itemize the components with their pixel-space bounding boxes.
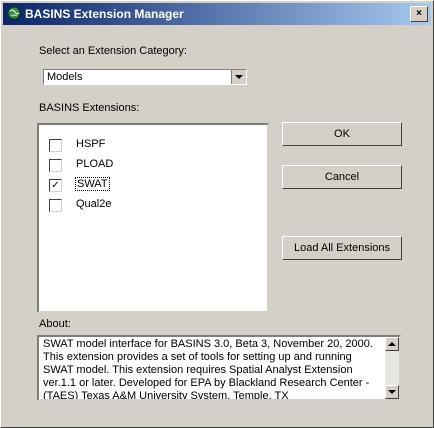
category-dropdown[interactable]: Models [43, 69, 247, 85]
extension-label: Qual2e [76, 198, 112, 210]
close-icon: × [416, 8, 422, 19]
globe-icon [7, 6, 21, 20]
load-all-extensions-button[interactable]: Load All Extensions [282, 236, 402, 260]
scroll-up-icon[interactable] [385, 337, 399, 351]
extension-label: SWAT [75, 177, 110, 191]
hspf-checkbox[interactable] [49, 139, 62, 152]
category-selected-value: Models [47, 71, 83, 83]
cancel-button[interactable]: Cancel [282, 165, 402, 189]
extension-item-qual2e[interactable]: Qual2e [49, 197, 229, 213]
extension-item-hspf[interactable]: HSPF [49, 137, 229, 153]
extension-item-pload[interactable]: PLOAD [49, 157, 229, 173]
ok-button[interactable]: OK [282, 122, 402, 146]
chevron-down-icon[interactable] [231, 70, 246, 84]
about-label: About: [39, 318, 71, 330]
extension-item-swat[interactable]: ✓ SWAT [49, 177, 229, 193]
extension-label: PLOAD [76, 158, 114, 170]
about-textbox[interactable]: SWAT model interface for BASINS 3.0, Bet… [37, 335, 401, 401]
about-text: SWAT model interface for BASINS 3.0, Bet… [43, 338, 373, 401]
qual2e-checkbox[interactable] [49, 199, 62, 212]
window-title: BASINS Extension Manager [25, 7, 184, 21]
extensions-label: BASINS Extensions: [39, 102, 140, 114]
title-bar[interactable]: BASINS Extension Manager × [3, 3, 431, 25]
swat-checkbox[interactable]: ✓ [49, 179, 62, 192]
close-button[interactable]: × [410, 6, 428, 22]
extensions-list: HSPF PLOAD ✓ SWAT Qual2e [37, 123, 269, 313]
category-label: Select an Extension Category: [39, 45, 187, 57]
about-scrollbar[interactable] [385, 337, 399, 399]
extension-manager-window: BASINS Extension Manager × Select an Ext… [0, 0, 434, 428]
scroll-down-icon[interactable] [385, 385, 399, 399]
pload-checkbox[interactable] [49, 159, 62, 172]
extension-label: HSPF [76, 138, 106, 150]
